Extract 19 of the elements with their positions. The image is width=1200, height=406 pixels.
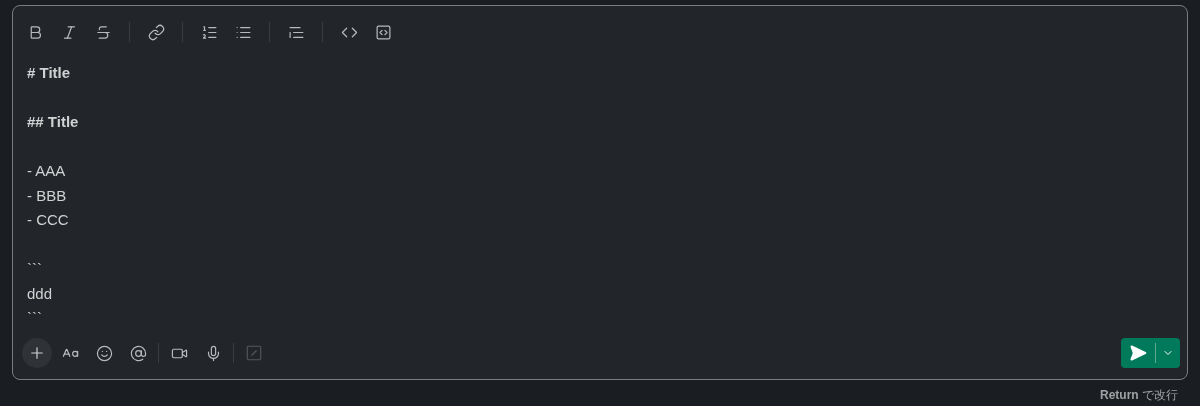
editor-line: ## Title — [27, 112, 79, 132]
editor-line: ``` — [27, 308, 42, 328]
link-icon — [147, 23, 165, 41]
editor-line: - BBB — [27, 185, 67, 206]
strikethrough-icon — [94, 23, 112, 41]
editor-line: # Title — [27, 63, 71, 83]
send-icon — [1129, 344, 1147, 362]
add-button[interactable] — [22, 338, 52, 368]
at-sign-icon — [129, 344, 147, 362]
editor-line: ddd — [27, 283, 53, 304]
editor-line: ``` — [27, 259, 42, 279]
plus-icon — [28, 344, 46, 362]
newline-hint: Return で改行 — [1100, 387, 1178, 404]
code-block-icon — [374, 23, 392, 41]
editor-line: - AAA — [27, 161, 66, 181]
slash-icon — [245, 344, 263, 362]
smiley-icon — [95, 344, 113, 362]
numbered-list-icon — [200, 23, 218, 41]
editor-line: - CCC — [27, 210, 69, 230]
